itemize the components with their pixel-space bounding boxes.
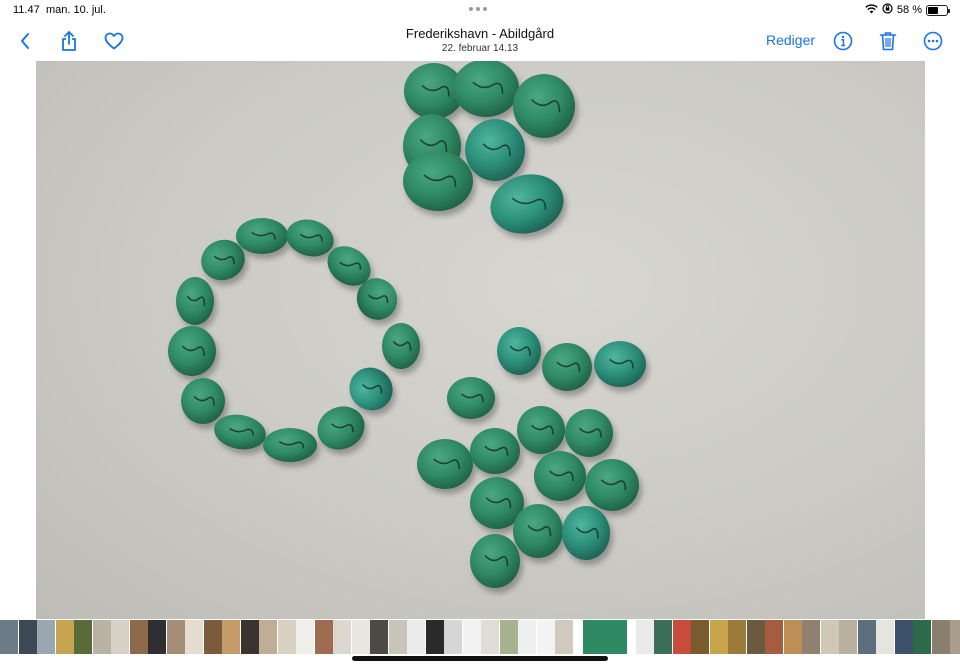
- thumbnail[interactable]: [314, 620, 333, 654]
- thumbnail[interactable]: [407, 620, 425, 654]
- status-date: man. 10. jul.: [46, 4, 106, 16]
- turquoise-beads-photo: [168, 61, 646, 588]
- home-indicator[interactable]: [352, 656, 608, 661]
- battery-percent: 58 %: [896, 4, 922, 16]
- turquoise-bead: [453, 61, 519, 117]
- thumbnail[interactable]: [370, 620, 388, 654]
- thumbnail[interactable]: [388, 620, 407, 654]
- thumbnail[interactable]: [55, 620, 74, 654]
- thumbnail[interactable]: [296, 620, 314, 654]
- status-indicators: 58 %: [865, 3, 950, 17]
- thumbnail[interactable]: [536, 620, 555, 654]
- thumbnail[interactable]: [37, 620, 55, 654]
- thumbnail[interactable]: [111, 620, 129, 654]
- photo-date-subtitle: 22. februar 14.13: [441, 43, 519, 54]
- more-icon[interactable]: [920, 28, 946, 54]
- share-icon[interactable]: [56, 28, 82, 54]
- thumbnail[interactable]: [765, 620, 783, 654]
- thumbnail[interactable]: [148, 620, 166, 654]
- thumbnail[interactable]: [672, 620, 691, 654]
- trash-icon[interactable]: [875, 28, 901, 54]
- status-time: 11.47: [13, 4, 40, 16]
- thumbnail[interactable]: [728, 620, 746, 654]
- thumbnail[interactable]: [894, 620, 913, 654]
- thumbnail[interactable]: [635, 620, 654, 654]
- heart-icon[interactable]: [101, 28, 127, 54]
- thumbnail[interactable]: [802, 620, 820, 654]
- thumbnail[interactable]: [481, 620, 499, 654]
- thumbnail[interactable]: [783, 620, 802, 654]
- thumbnail[interactable]: [351, 620, 370, 654]
- thumbnail[interactable]: [185, 620, 203, 654]
- thumbnail[interactable]: [931, 620, 950, 654]
- thumbnail[interactable]: [425, 620, 444, 654]
- thumbnail[interactable]: [222, 620, 240, 654]
- battery-icon: [926, 4, 950, 16]
- photo-viewer[interactable]: [36, 61, 925, 619]
- thumbnail[interactable]: [18, 620, 37, 654]
- photo-location-title: Frederikshavn - Abildgård: [405, 26, 555, 41]
- navigation-bar: Frederikshavn - Abildgård 22. februar 14…: [0, 20, 960, 61]
- thumbnail-filmstrip[interactable]: [0, 620, 960, 654]
- thumbnail[interactable]: [691, 620, 709, 654]
- thumbnail[interactable]: [913, 620, 931, 654]
- thumbnail[interactable]: [74, 620, 92, 654]
- orientation-lock-icon: [882, 3, 893, 17]
- thumbnail[interactable]: [820, 620, 839, 654]
- thumbnail[interactable]: [0, 620, 18, 654]
- thumbnail[interactable]: [166, 620, 185, 654]
- thumbnail[interactable]: [444, 620, 462, 654]
- wifi-icon: [865, 3, 878, 17]
- status-bar: 11.47 man. 10. jul. 58 %: [0, 0, 960, 20]
- back-chevron-icon[interactable]: [12, 28, 38, 54]
- thumbnail[interactable]: [203, 620, 222, 654]
- thumbnail[interactable]: [240, 620, 259, 654]
- thumbnail[interactable]: [839, 620, 857, 654]
- thumbnail[interactable]: [857, 620, 876, 654]
- thumbnail[interactable]: [654, 620, 672, 654]
- thumbnail[interactable]: [709, 620, 728, 654]
- thumbnail[interactable]: [876, 620, 894, 654]
- thumbnail[interactable]: [92, 620, 111, 654]
- multitasking-dots[interactable]: [469, 7, 491, 11]
- thumbnail[interactable]: [333, 620, 351, 654]
- info-icon[interactable]: [830, 28, 856, 54]
- thumbnail[interactable]: [277, 620, 296, 654]
- photo-header: Frederikshavn - Abildgård 22. februar 14…: [330, 26, 630, 54]
- thumbnail[interactable]: [518, 620, 536, 654]
- thumbnail[interactable]: [555, 620, 573, 654]
- thumbnail[interactable]: [259, 620, 277, 654]
- active-thumbnail[interactable]: [581, 620, 628, 654]
- thumbnail[interactable]: [462, 620, 481, 654]
- thumbnail[interactable]: [950, 620, 960, 654]
- thumbnail[interactable]: [499, 620, 518, 654]
- thumbnail[interactable]: [746, 620, 765, 654]
- thumbnail[interactable]: [129, 620, 148, 654]
- photos-app: 11.47 man. 10. jul. 58 % Frederikshavn -…: [0, 0, 960, 667]
- edit-button[interactable]: Rediger: [766, 32, 815, 48]
